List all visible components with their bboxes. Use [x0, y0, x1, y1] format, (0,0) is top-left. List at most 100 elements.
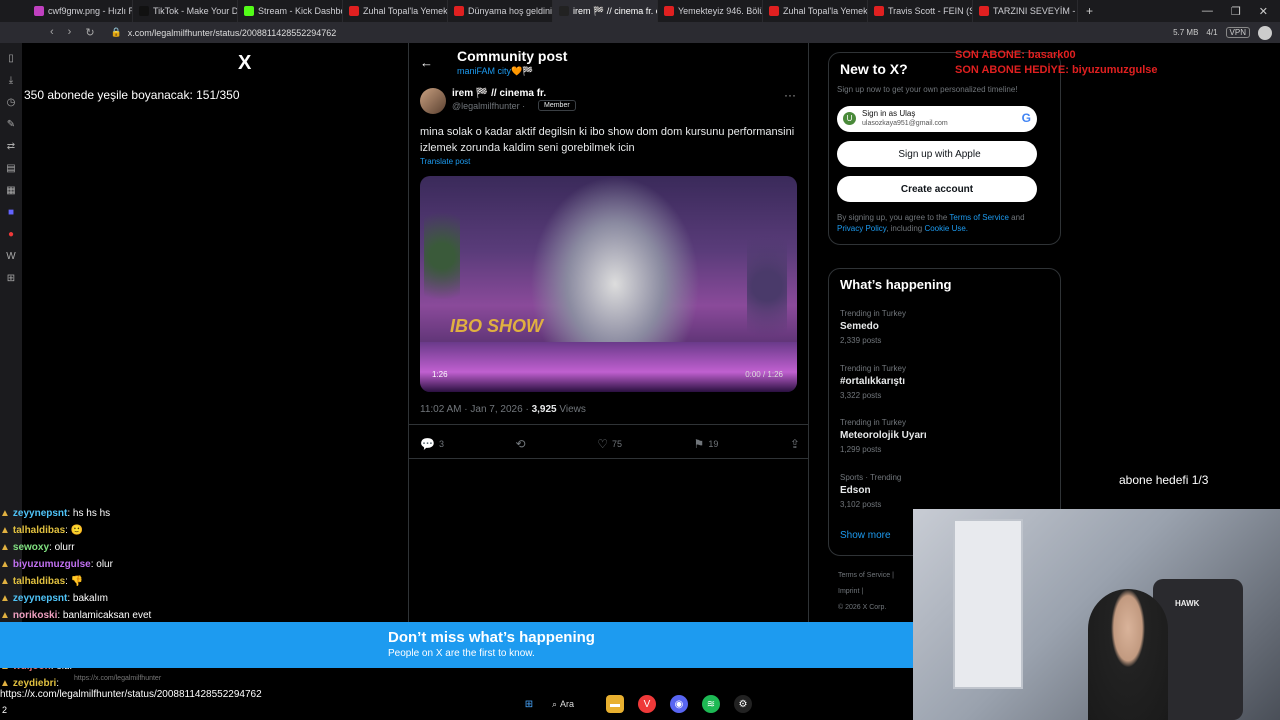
chat-username[interactable]: zeydiebri	[13, 678, 56, 689]
notes-icon[interactable]: ✎	[7, 119, 15, 130]
legal-text: By signing up, you agree to the Terms of…	[837, 212, 1052, 234]
trend-item[interactable]: Trending in Turkey Semedo 2,339 posts	[840, 309, 1040, 345]
apple-signup-button[interactable]: Sign up with Apple	[837, 141, 1037, 167]
windows-start-icon[interactable]: ⊞	[520, 695, 538, 713]
browser-tab[interactable]: Yemekteyiz 946. Bölüm	[658, 0, 763, 22]
url-field[interactable]: 🔒 x.com/legalmilfhunter/status/200881142…	[111, 27, 337, 38]
terms-link[interactable]: Terms of Service	[949, 213, 1009, 222]
background-door	[953, 519, 1023, 689]
new-tab-button[interactable]: +	[1078, 4, 1101, 18]
chat-username[interactable]: norikoski	[13, 610, 57, 621]
browser-tab[interactable]: Zuhal Topal'la Yemektey	[343, 0, 448, 22]
trend-item[interactable]: Sports · Trending Edson 3,102 posts	[840, 473, 1040, 509]
sub-goal-counter: abone hedefi 1/3	[1119, 473, 1209, 487]
search-icon: ⌕	[552, 698, 558, 709]
chat-username[interactable]: zeyynepsnt	[13, 508, 67, 519]
trend-item[interactable]: Trending in Turkey #ortalıkkarıştı 3,322…	[840, 364, 1040, 400]
user-handle[interactable]: @legalmilfhunter ·	[452, 101, 525, 111]
maximize-icon[interactable]: ❐	[1231, 5, 1241, 18]
reply-button[interactable]: 💬 3	[420, 436, 444, 452]
tab-label: Zuhal Topal'la Yemektey	[783, 6, 868, 16]
bookmark-icon[interactable]: ▯	[8, 53, 14, 64]
back-icon[interactable]: ‹	[50, 26, 54, 39]
webcam-feed: HAWK	[913, 509, 1280, 720]
profile-icon[interactable]	[1258, 25, 1272, 40]
browser-tab[interactable]: TARZINI SEVEYİM - 1. BÖ	[973, 0, 1078, 22]
reload-icon[interactable]: ↻	[85, 26, 94, 39]
repost-icon: ⟲	[515, 437, 526, 451]
community-link[interactable]: maniFAM city🧡🏁	[457, 66, 533, 77]
download-icon[interactable]: ⤓	[9, 75, 13, 86]
vivaldi-icon[interactable]: ●	[8, 229, 14, 240]
trend-context: Sports · Trending	[840, 473, 902, 482]
privacy-link[interactable]: Privacy Policy	[837, 224, 886, 233]
forward-icon[interactable]: ›	[68, 26, 72, 39]
back-arrow-icon[interactable]: ←	[420, 55, 433, 70]
browser-tab[interactable]: cwf9gnw.png - Hızlı Resi	[28, 0, 133, 22]
chat-badge-icon: ▲	[0, 508, 10, 519]
chat-username[interactable]: zeyynepsnt	[13, 593, 67, 604]
chat-username[interactable]: biyuzumuzgulse	[13, 559, 91, 570]
banner-subtitle: People on X are the first to know.	[388, 648, 535, 659]
browser-tab[interactable]: Stream - Kick Dashboard	[238, 0, 343, 22]
user-name[interactable]: irem 🏁 // cinema fr.	[452, 88, 546, 99]
like-count: 75	[611, 439, 622, 449]
translate-post-link[interactable]: Translate post	[420, 157, 470, 166]
post-timestamp[interactable]: 11:02 AM · Jan 7, 2026 ·	[420, 404, 532, 415]
google-signin-button[interactable]: U Sign in as Ulaş ulasozkaya951@gmail.co…	[837, 106, 1037, 132]
x-logo[interactable]: X	[238, 52, 251, 75]
reader-icon[interactable]: ▦	[6, 185, 15, 196]
translate-icon[interactable]: ⇄	[7, 141, 15, 152]
streamer	[1088, 589, 1168, 720]
close-icon[interactable]: ✕	[1259, 5, 1268, 18]
cookie-link[interactable]: Cookie Use.	[924, 224, 968, 233]
add-panel-icon[interactable]: ⊞	[7, 273, 15, 284]
trend-posts: 3,322 posts	[840, 391, 882, 400]
browser-tab[interactable]: Dünyama hoş geldiniz...	[448, 0, 553, 22]
trend-context: Trending in Turkey	[840, 309, 906, 318]
spotify-icon[interactable]: ≋	[702, 695, 720, 713]
avatar[interactable]	[420, 88, 446, 114]
browser-tab[interactable]: Travis Scott - FEIN (Slow	[868, 0, 973, 22]
footer-link[interactable]: Imprint |	[838, 584, 918, 600]
vpn-badge[interactable]: VPN	[1225, 27, 1250, 38]
column-divider	[408, 43, 409, 623]
more-options-icon[interactable]: ···	[784, 88, 796, 102]
calendar-icon[interactable]: ▤	[6, 163, 15, 174]
history-icon[interactable]: ◷	[7, 97, 16, 108]
wikipedia-icon[interactable]: W	[6, 251, 15, 262]
like-button[interactable]: ♡ 75	[597, 436, 622, 452]
browser-tab[interactable]: TikTok - Make Your Day	[133, 0, 238, 22]
tab-favicon-icon	[979, 6, 989, 16]
taskbar-search[interactable]: ⌕ Ara	[552, 699, 592, 710]
browser-tab[interactable]: irem 🏁 // cinema fr. on	[553, 0, 658, 22]
apple-signup-label: Sign up with Apple	[898, 148, 981, 160]
show-more-link[interactable]: Show more	[840, 530, 891, 541]
tweet-text: mina solak o kadar aktif degilsin ki ibo…	[420, 126, 795, 154]
views-label: Views	[556, 404, 586, 415]
repost-button[interactable]: ⟲	[516, 436, 526, 452]
chat-username[interactable]: talhaldibas	[13, 576, 65, 587]
share-button[interactable]: ⇪	[790, 436, 800, 452]
chat-username[interactable]: sewoxy	[13, 542, 49, 553]
discord-icon[interactable]: ◉	[670, 695, 688, 713]
mastodon-icon[interactable]: ■	[8, 207, 14, 218]
bookmark-button[interactable]: ⚑ 19	[694, 436, 719, 452]
chat-username[interactable]: talhaldibas	[13, 525, 65, 536]
video-controls[interactable]: 0:00 / 1:26	[745, 370, 783, 379]
tab-favicon-icon	[769, 6, 779, 16]
create-account-button[interactable]: Create account	[837, 176, 1037, 202]
minimize-icon[interactable]: —	[1202, 5, 1213, 17]
steam-icon[interactable]: ⚙	[734, 695, 752, 713]
file-explorer-icon[interactable]: ▬	[606, 695, 624, 713]
video-player[interactable]: IBO SHOW 1:26 0:00 / 1:26	[420, 176, 797, 392]
footer-link[interactable]: Terms of Service |	[838, 568, 918, 584]
lock-icon: 🔒	[110, 27, 122, 37]
vivaldi-icon[interactable]: V	[638, 695, 656, 713]
trend-item[interactable]: Trending in Turkey Meteorolojik Uyarı 1,…	[840, 418, 1040, 454]
stage-floor	[420, 342, 797, 392]
link-preview-url: https://x.com/legalmilfhunter	[74, 675, 162, 682]
heart-icon: ♡	[597, 437, 608, 451]
chat-badge-icon: ▲	[0, 542, 10, 553]
browser-tab[interactable]: Zuhal Topal'la Yemektey	[763, 0, 868, 22]
